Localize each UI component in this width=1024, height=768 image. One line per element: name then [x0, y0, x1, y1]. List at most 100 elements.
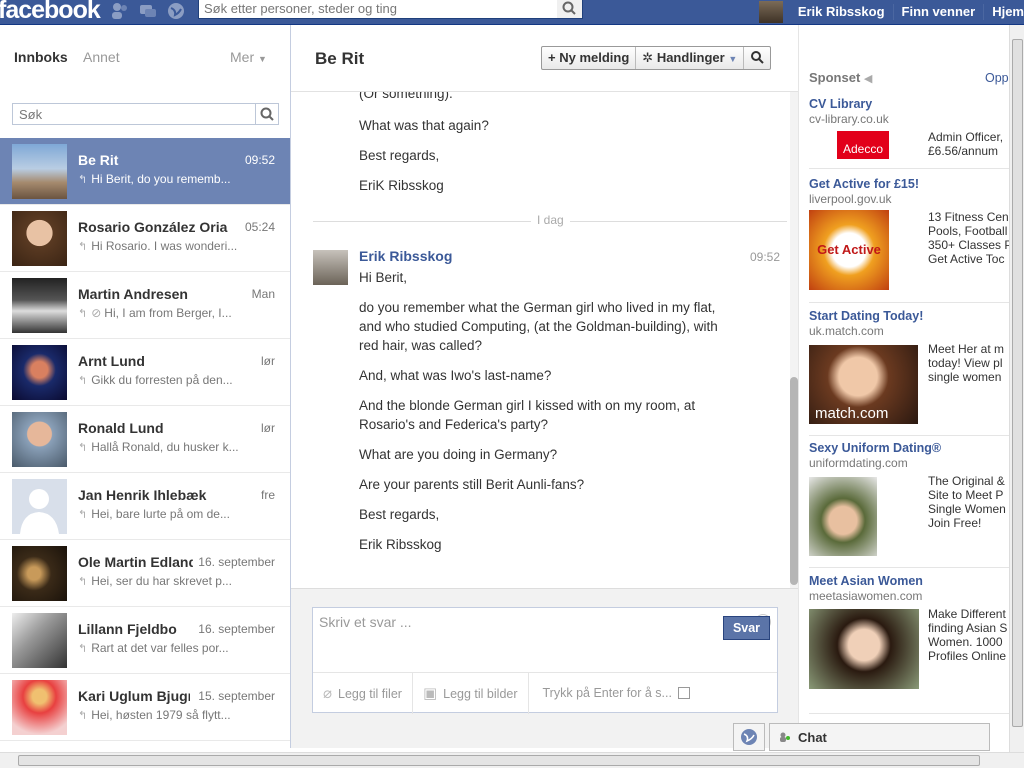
find-friends-link[interactable]: Finn venner — [894, 4, 985, 20]
ad-title[interactable]: Meet Asian Women — [809, 574, 1009, 588]
attach-files-button[interactable]: ⌀ Legg til filer — [313, 672, 413, 714]
avatar — [12, 345, 67, 400]
ad-image[interactable] — [809, 477, 877, 556]
paperclip-icon: ⌀ — [323, 684, 333, 702]
ad-title[interactable]: Get Active for £15! — [809, 177, 1009, 191]
snippet-text: Hi Berit, do you rememb... — [91, 172, 231, 186]
ad-body: Admin Officer, £6.56/annum — [928, 130, 1004, 158]
thread-item[interactable]: Lillann Fjeldbo 16. september ↰ Rart at d… — [0, 607, 290, 674]
ad-title[interactable]: Sexy Uniform Dating® — [809, 441, 1009, 455]
thread-item[interactable]: Arnt Lund lør ↰ Gikk du forresten på den.… — [0, 339, 290, 406]
top-nav-links: Erik Ribsskog Finn venner Hjem — [758, 0, 1024, 24]
adecco-logo-text: Adecco — [842, 142, 884, 156]
actions-dropdown[interactable]: ✲ Handlinger ▼ — [636, 47, 745, 69]
inbox-search-input[interactable]: Søk — [12, 103, 256, 125]
notifications-globe-icon[interactable] — [166, 1, 186, 21]
ad-body: 13 Fitness Cen Pools, Football 350+ Clas… — [928, 210, 1009, 266]
thread-item[interactable]: Rosario González Oria 05:24 ↰ Hi Rosario.… — [0, 205, 290, 272]
ad-image[interactable] — [809, 609, 919, 689]
message-scrollbar[interactable] — [790, 92, 798, 588]
ad-url: cv-library.co.uk — [809, 112, 889, 126]
search-conversation-button[interactable] — [744, 47, 770, 69]
thread-name: Rosario González Oria — [78, 219, 228, 235]
thread-item[interactable]: Jan Henrik Ihlebæk fre ↰ Hei, bare lurte … — [0, 473, 290, 540]
ad-title[interactable]: Start Dating Today! — [809, 309, 1009, 323]
thread-item[interactable]: Martin Andresen Man ↰ ⊘ Hi, I am from Berg… — [0, 272, 290, 339]
divider — [809, 713, 1009, 714]
thread-snippet: ↰ ⊘ Hi, I am from Berger, I... — [78, 306, 248, 320]
global-search-button[interactable] — [557, 0, 583, 19]
profile-link[interactable]: Erik Ribsskog — [790, 4, 894, 20]
ad-item[interactable]: Get Active for £15! liverpool.gov.uk Get… — [809, 177, 1009, 302]
globe-icon — [741, 729, 757, 745]
search-icon — [562, 1, 576, 15]
page-horizontal-scrollbar[interactable] — [0, 752, 1024, 768]
thread-time: lør — [257, 421, 275, 435]
thread-name: Arnt Lund — [78, 353, 145, 369]
avatar — [12, 211, 67, 266]
new-message-button[interactable]: + Ny melding — [542, 47, 637, 69]
tab-other[interactable]: Annet — [83, 49, 120, 65]
ad-item[interactable]: Meet Asian Women meetasiawomen.com Make … — [809, 574, 1009, 699]
facebook-logo[interactable]: facebook — [0, 0, 101, 25]
enter-to-send-checkbox[interactable] — [677, 687, 690, 699]
language-globe-button[interactable] — [733, 723, 765, 751]
snippet-text: Hallå Ronald, du husker k... — [91, 440, 239, 454]
ad-body: The Original & Site to Meet P Single Wom… — [928, 474, 1006, 530]
message-line: Hi Berit, — [359, 270, 408, 285]
ad-image[interactable]: match.com — [809, 345, 918, 424]
reply-arrow-icon: ↰ — [78, 643, 88, 655]
ad-item[interactable]: Sexy Uniform Dating® uniformdating.com T… — [809, 441, 1009, 566]
thread-item[interactable]: Ole Martin Edland 16. september ↰ Hei, se… — [0, 540, 290, 607]
friend-requests-icon[interactable] — [110, 1, 130, 21]
camera-icon: ▣ — [422, 684, 438, 702]
more-dropdown[interactable]: Mer ▼ — [230, 49, 267, 65]
divider — [809, 168, 1009, 169]
home-link[interactable]: Hjem — [984, 4, 1024, 20]
ads-sidebar: Sponset ◀ Opp CV Library cv-library.co.u… — [798, 25, 1009, 748]
page-vertical-scrollbar[interactable] — [1009, 25, 1024, 752]
create-ad-link[interactable]: Opp — [985, 71, 1009, 85]
ad-title[interactable]: CV Library — [809, 97, 1009, 111]
attach-images-button[interactable]: ▣ Legg til bilder — [413, 672, 529, 714]
ad-url: uniformdating.com — [809, 456, 908, 470]
ad-item[interactable]: Start Dating Today! uk.match.com match.c… — [809, 309, 1009, 434]
scrollbar-thumb[interactable] — [790, 377, 798, 585]
reply-arrow-icon: ↰ — [78, 308, 88, 320]
send-button[interactable]: Svar — [723, 616, 770, 640]
snippet-text: Hei, ser du har skrevet p... — [91, 574, 232, 588]
snippet-text: Hi, I am from Berger, I... — [104, 306, 232, 320]
reply-box: Skriv et svar ... ☺ ⌀Legg til filer ▣Leg… — [312, 607, 778, 714]
message-line: Best regards, — [359, 148, 440, 163]
conversation-toolbar: + Ny melding ✲ Handlinger ▼ — [541, 46, 772, 70]
chat-status-icon — [780, 732, 790, 742]
snippet-text: Rart at det var felles por... — [91, 641, 229, 655]
sender-name[interactable]: Erik Ribsskog — [359, 248, 452, 264]
plus-icon: + — [548, 50, 560, 65]
attach-images-label: Legg til bilder — [443, 686, 518, 701]
messages-icon[interactable] — [138, 1, 158, 21]
sender-avatar[interactable] — [313, 250, 348, 285]
chat-bar[interactable]: Chat — [769, 723, 990, 751]
chevron-down-icon: ▼ — [258, 54, 267, 64]
thread-item[interactable]: Be Rit 09:52 ↰ Hi Berit, do you rememb... — [0, 138, 290, 205]
inbox-search-button[interactable] — [255, 103, 279, 125]
global-search-input[interactable]: Søk etter personer, steder og ting — [198, 0, 558, 19]
ad-image[interactable]: Adecco — [837, 131, 889, 159]
top-navigation-bar: facebook Søk etter personer, steder og t… — [0, 0, 1024, 25]
avatar — [12, 546, 67, 601]
reply-input[interactable]: Skriv et svar ... — [319, 614, 412, 630]
more-label: Mer — [230, 49, 255, 65]
message-line: EriK Ribsskog — [359, 178, 444, 193]
scrollbar-thumb[interactable] — [18, 755, 980, 766]
thread-snippet: ↰ Hi Berit, do you rememb... — [78, 172, 248, 186]
conversation-panel: Be Rit + Ny melding ✲ Handlinger ▼ (Or s… — [291, 25, 798, 748]
reply-arrow-icon: ↰ — [78, 509, 88, 521]
thread-item[interactable]: Ronald Lund lør ↰ Hallå Ronald, du husker… — [0, 406, 290, 473]
tab-inbox[interactable]: Innboks — [14, 49, 68, 65]
thread-item[interactable]: Kari Uglum Bjugn 15. september ↰ Hei, høs… — [0, 674, 290, 741]
ad-body: Make Different finding Asian S Women. 10… — [928, 607, 1008, 663]
profile-avatar[interactable] — [758, 1, 783, 23]
ad-image[interactable]: Get Active — [809, 210, 889, 290]
scrollbar-thumb[interactable] — [1012, 39, 1023, 727]
